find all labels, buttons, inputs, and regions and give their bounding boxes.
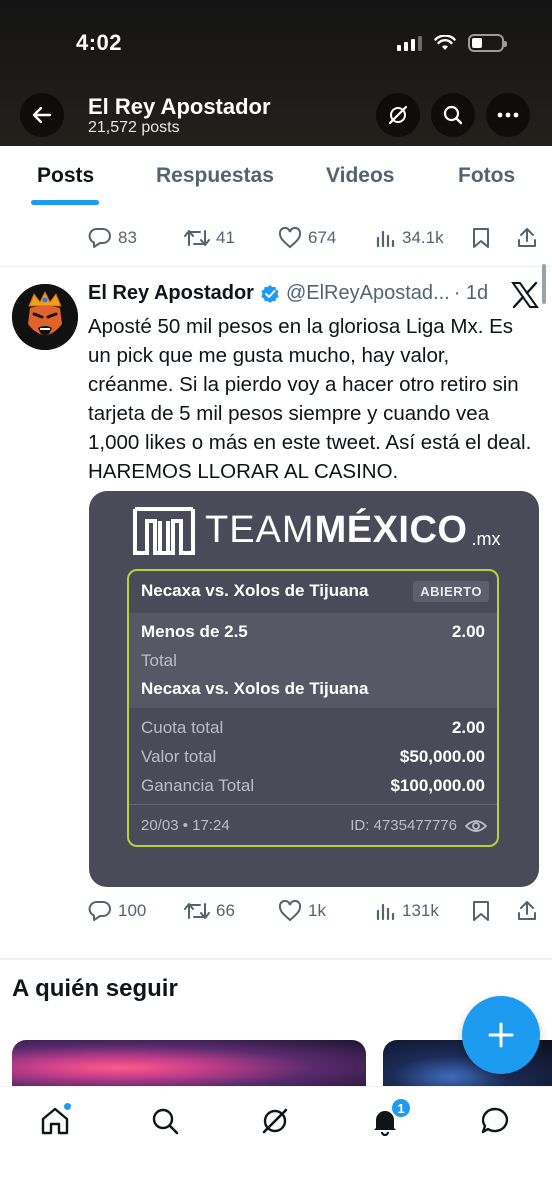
- share-icon[interactable]: [516, 227, 538, 249]
- profile-name: El Rey Apostador: [88, 94, 271, 119]
- bookmark-icon[interactable]: [472, 227, 490, 249]
- ticket-id: ID: 4735477776: [350, 817, 457, 834]
- tweet-author-handle[interactable]: @ElReyApostad...: [286, 282, 450, 305]
- repost-button[interactable]: 66: [184, 901, 235, 921]
- reply-count: 83: [118, 228, 137, 247]
- scrollbar[interactable]: [542, 264, 546, 304]
- reply-icon: [88, 901, 111, 921]
- repost-count: 66: [216, 901, 235, 920]
- selection-name: Menos de 2.5: [141, 622, 248, 641]
- payout-value: $100,000.00: [390, 776, 485, 795]
- more-icon: [497, 112, 519, 118]
- view-count: 34.1k: [402, 228, 444, 247]
- active-tab-indicator: [31, 200, 99, 205]
- tab-posts[interactable]: Posts: [37, 164, 94, 188]
- reply-count: 100: [118, 901, 147, 920]
- heart-icon: [278, 227, 302, 249]
- like-count: 674: [308, 228, 337, 247]
- status-icons: [397, 34, 507, 52]
- tweet-text: Aposté 50 mil pesos en la gloriosa Liga …: [88, 315, 532, 483]
- teammexico-mark-icon: [133, 507, 195, 555]
- selection-box: Menos de 2.5 2.00 Total Necaxa vs. Xolos…: [129, 613, 497, 708]
- bet-slip-image[interactable]: TEAM MÉXICO .mx Necaxa vs. Xolos de Tiju…: [89, 491, 539, 887]
- bookmark-icon[interactable]: [472, 900, 490, 922]
- like-button[interactable]: 674: [278, 227, 336, 249]
- views-icon: [376, 903, 395, 921]
- tweet-time: · 1d: [453, 282, 489, 304]
- brand-mexico-text: MÉXICO: [314, 508, 468, 551]
- wifi-icon: [434, 35, 456, 50]
- suggested-account-banner[interactable]: [12, 1040, 366, 1086]
- tab-fotos[interactable]: Fotos: [458, 164, 515, 188]
- views-icon: [376, 230, 395, 248]
- view-count: 131k: [402, 901, 439, 920]
- eye-icon: [465, 820, 487, 832]
- views-button[interactable]: 34.1k: [376, 228, 444, 248]
- heart-icon: [278, 900, 302, 922]
- repost-count: 41: [216, 228, 235, 247]
- status-time: 4:02: [76, 30, 123, 55]
- x-logo-icon[interactable]: [510, 280, 540, 310]
- nav-grok[interactable]: [257, 1103, 293, 1139]
- search-icon: [152, 1108, 179, 1135]
- reply-button[interactable]: 83: [88, 227, 137, 249]
- like-button[interactable]: 1k: [278, 900, 326, 922]
- reply-button[interactable]: 100: [88, 900, 146, 922]
- grok-button[interactable]: [376, 93, 420, 137]
- previous-tweet-actions: 83 41 674 34.1k: [88, 223, 538, 253]
- profile-tabs: Posts Respuestas Videos Fotos: [0, 146, 552, 206]
- profile-header: 4:02 El Rey Apostador 21,572 posts: [0, 0, 552, 146]
- king-avatar-image: [12, 284, 78, 350]
- brand-tld-text: .mx: [471, 528, 501, 549]
- stake-value: $50,000.00: [399, 747, 485, 766]
- repost-icon: [184, 903, 210, 919]
- tweet-author-name[interactable]: El Rey Apostador: [88, 282, 254, 305]
- section-divider: [0, 958, 552, 960]
- battery-icon: [468, 34, 507, 52]
- home-unread-dot: [64, 1103, 71, 1110]
- message-icon: [481, 1107, 509, 1134]
- tweet-header: El Rey Apostador @ElReyApostad... · 1d: [88, 282, 488, 305]
- plus-icon: [488, 1022, 514, 1048]
- selection-odds: 2.00: [451, 622, 485, 641]
- arrow-left-icon: [32, 106, 52, 124]
- grok-icon: [388, 105, 408, 125]
- bottom-navigation: 1: [0, 1086, 552, 1200]
- more-button[interactable]: [486, 93, 530, 137]
- tab-videos[interactable]: Videos: [326, 164, 394, 188]
- reply-icon: [88, 228, 111, 248]
- selection-event: Necaxa vs. Xolos de Tijuana: [141, 679, 369, 698]
- avatar[interactable]: [12, 284, 78, 350]
- views-button[interactable]: 131k: [376, 901, 439, 921]
- nav-search[interactable]: [147, 1103, 183, 1139]
- status-badge: ABIERTO: [413, 581, 489, 602]
- brand-team-text: TEAM: [205, 508, 315, 551]
- search-icon: [443, 105, 463, 125]
- cellular-signal-icon: [397, 35, 422, 51]
- share-icon[interactable]: [516, 900, 538, 922]
- bet-ticket: Necaxa vs. Xolos de Tijuana ABIERTO Meno…: [127, 569, 499, 847]
- tab-respuestas[interactable]: Respuestas: [156, 164, 274, 188]
- tweet-divider: [0, 266, 552, 267]
- back-button[interactable]: [20, 93, 64, 137]
- compose-post-button[interactable]: [462, 996, 540, 1074]
- ticket-footer-divider: [129, 804, 497, 805]
- selection-market: Total: [141, 651, 177, 670]
- search-button[interactable]: [431, 93, 475, 137]
- post-count: 21,572 posts: [88, 119, 180, 136]
- tweet-actions: 100 66 1k 131k: [88, 896, 538, 926]
- repost-icon: [184, 230, 210, 246]
- who-to-follow-title: A quién seguir: [12, 975, 178, 1002]
- notification-count-badge: 1: [390, 1097, 412, 1119]
- total-odds-value: 2.00: [451, 718, 485, 737]
- verified-badge-icon: [261, 284, 279, 303]
- grok-icon: [262, 1108, 288, 1134]
- teammexico-logo: TEAM MÉXICO .mx: [133, 505, 500, 555]
- like-count: 1k: [308, 901, 326, 920]
- total-odds-label: Cuota total: [141, 718, 224, 737]
- repost-button[interactable]: 41: [184, 228, 235, 248]
- nav-messages[interactable]: [477, 1103, 513, 1139]
